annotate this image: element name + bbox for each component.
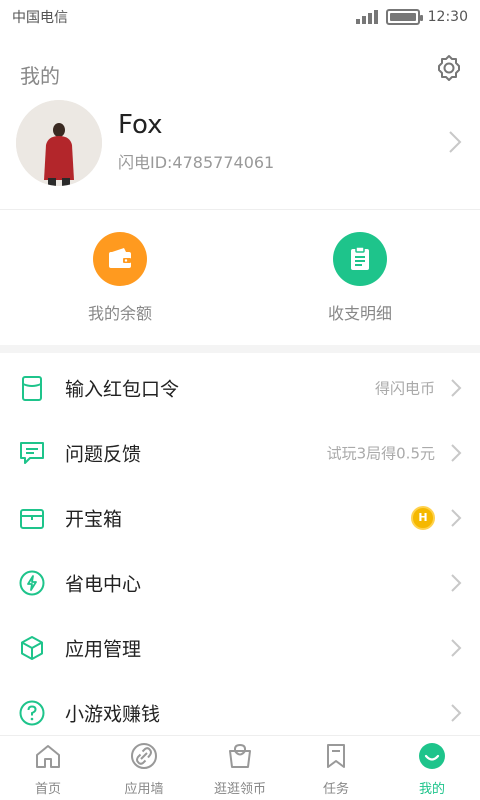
red-packet-icon: [22, 375, 42, 401]
chevron-right-icon: [451, 508, 462, 527]
chevron-right-icon[interactable]: [448, 130, 462, 154]
tab-bar: 首页 应用墙 逛逛领币 任务 我的: [0, 735, 480, 800]
menu-item-app-management[interactable]: 应用管理: [0, 615, 480, 680]
menu-item-treasure-box[interactable]: 开宝箱 H: [0, 485, 480, 550]
menu-label: 应用管理: [65, 638, 142, 660]
tab-browse-coins[interactable]: 逛逛领币: [192, 736, 288, 800]
battery-icon: [385, 9, 423, 25]
lightning-icon: [19, 570, 45, 595]
coin-icon: H: [411, 505, 435, 530]
chevron-right-icon: [451, 703, 462, 722]
clipboard-icon: [333, 232, 387, 286]
tab-home[interactable]: 首页: [0, 736, 96, 800]
tab-mine[interactable]: 我的: [384, 736, 480, 800]
menu-label: 问题反馈: [65, 443, 142, 465]
question-icon: [19, 700, 45, 725]
avatar-image: [16, 100, 102, 186]
home-icon: [36, 745, 60, 768]
menu-hint: 试玩3局得0.5元: [326, 444, 435, 462]
settings-button[interactable]: [434, 53, 464, 83]
tab-tasks[interactable]: 任务: [288, 736, 384, 800]
smile-icon: [419, 743, 445, 769]
user-id: 闪电ID:4785774061: [118, 153, 275, 172]
tab-label: 首页: [34, 782, 61, 797]
chevron-right-icon: [451, 443, 462, 462]
menu-label: 开宝箱: [65, 508, 123, 530]
tab-label: 逛逛领币: [213, 782, 266, 797]
link-icon: [131, 743, 157, 769]
chevron-right-icon: [451, 378, 462, 397]
carrier-label: 中国电信: [12, 10, 68, 26]
gear-icon: [438, 55, 460, 81]
menu-item-feedback[interactable]: 问题反馈 试玩3局得0.5元: [0, 420, 480, 485]
tab-app-wall[interactable]: 应用墙: [96, 736, 192, 800]
chevron-right-icon: [451, 573, 462, 592]
menu-label: 省电中心: [65, 573, 142, 595]
divider: [0, 209, 480, 210]
user-name[interactable]: Fox: [118, 110, 163, 140]
tab-label: 应用墙: [124, 782, 164, 797]
menu-item-red-packet[interactable]: 输入红包口令 得闪电币: [0, 355, 480, 420]
treasure-box-icon: [20, 508, 44, 529]
chevron-right-icon: [451, 638, 462, 657]
clock: 12:30: [427, 9, 468, 25]
menu-hint: 得闪电币: [374, 379, 435, 397]
menu-item-power-saving[interactable]: 省电中心: [0, 550, 480, 615]
avatar[interactable]: [16, 100, 102, 186]
tab-label: 我的: [418, 782, 445, 797]
menu-label: 小游戏赚钱: [65, 703, 161, 725]
balance-button[interactable]: 我的余额: [0, 232, 240, 324]
balance-label: 我的余额: [87, 304, 152, 323]
status-indicators: 12:30: [355, 9, 468, 25]
page-title: 我的: [20, 64, 60, 88]
feedback-icon: [20, 441, 44, 464]
transactions-label: 收支明细: [327, 304, 392, 323]
shopping-bag-icon: [229, 743, 251, 768]
section-divider: [0, 345, 480, 353]
transactions-button[interactable]: 收支明细: [240, 232, 480, 324]
cube-icon: [21, 635, 43, 660]
menu-label: 输入红包口令: [65, 378, 180, 400]
status-bar: 中国电信 12:30: [0, 0, 480, 34]
signal-icon: [355, 10, 378, 24]
bookmark-icon: [327, 744, 345, 768]
tab-label: 任务: [322, 782, 349, 797]
wallet-icon: [93, 232, 147, 286]
